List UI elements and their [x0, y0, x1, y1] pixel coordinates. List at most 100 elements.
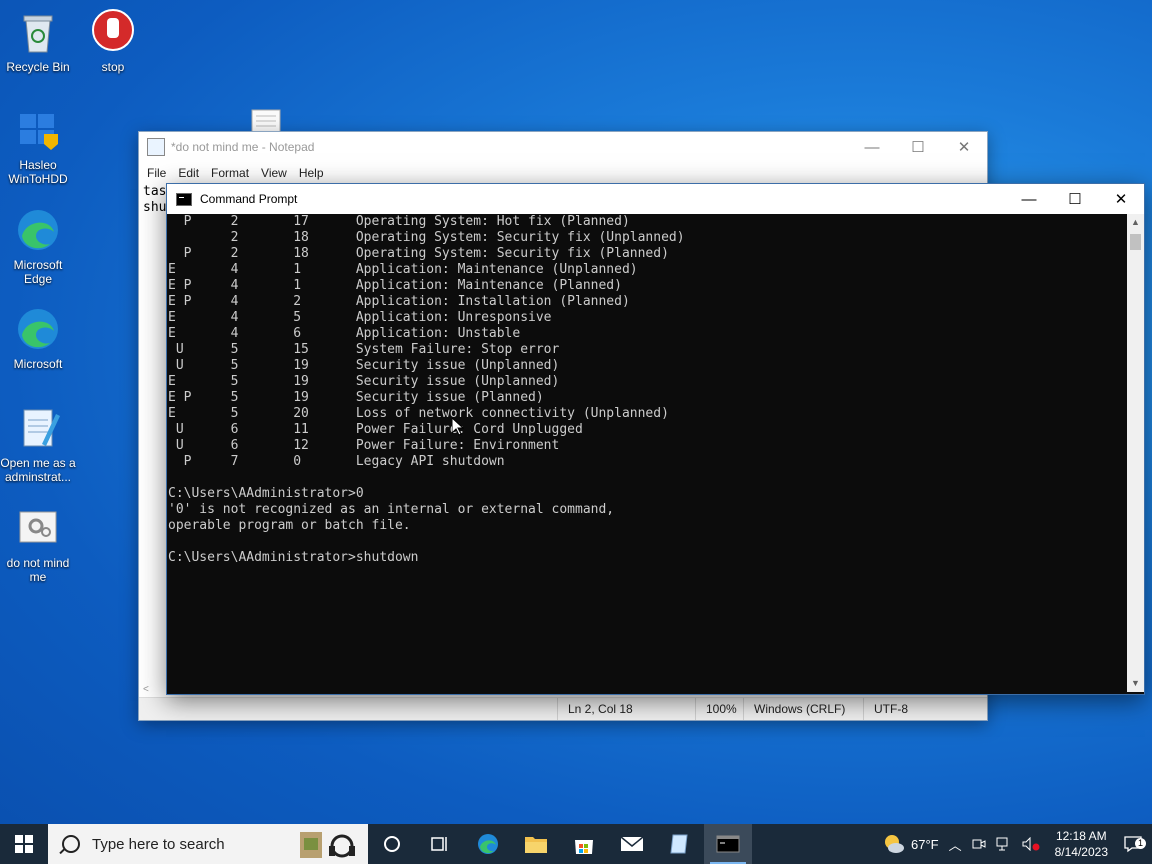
console-line: E 5 20 Loss of network connectivity (Unp…: [168, 406, 669, 421]
console-line: P 2 18 Operating System: Security fix (P…: [168, 246, 669, 261]
notification-count-badge: 1: [1134, 838, 1146, 849]
console-line: E P 4 1 Application: Maintenance (Planne…: [168, 278, 622, 293]
console-line: 2 18 Operating System: Security fix (Unp…: [168, 230, 685, 245]
desktop-icon-label: Microsoft: [13, 357, 63, 371]
edge-icon: [14, 305, 62, 353]
vertical-scrollbar[interactable]: ▲ ▼: [1127, 214, 1144, 692]
mouse-cursor-icon: [451, 416, 465, 436]
search-placeholder: Type here to search: [92, 835, 225, 853]
clock[interactable]: 12:18 AM 8/14/2023: [1045, 828, 1118, 860]
taskbar-notepad[interactable]: [656, 824, 704, 864]
desktop-icon-edge[interactable]: Microsoft Edge: [0, 206, 76, 286]
menu-help[interactable]: Help: [293, 166, 330, 180]
desktop-icon-hasleo[interactable]: Hasleo WinToHDD: [0, 106, 76, 186]
desktop-icon-label: do not mind me: [6, 556, 70, 584]
taskbar-store[interactable]: [560, 824, 608, 864]
menu-edit[interactable]: Edit: [172, 166, 205, 180]
notepad-file-icon: [14, 404, 62, 452]
windows-shield-icon: [14, 106, 62, 154]
console-line: E P 4 2 Application: Installation (Plann…: [168, 294, 630, 309]
status-line-endings: Windows (CRLF): [743, 698, 864, 720]
close-button[interactable]: ✕: [941, 132, 987, 162]
console-line: E 4 6 Application: Unstable: [168, 326, 521, 341]
text-line: shu: [143, 200, 167, 215]
weather-temperature: 67°F: [910, 836, 939, 852]
edge-icon: [478, 834, 498, 854]
windows-logo-icon: [15, 835, 33, 853]
console-line: C:\Users\AAdministrator>shutdown: [168, 550, 419, 565]
meet-now-icon[interactable]: [967, 837, 991, 851]
status-encoding: UTF-8: [863, 698, 974, 720]
cmd-app-icon: [716, 835, 740, 853]
console-line: operable program or batch file.: [168, 518, 411, 533]
cmd-titlebar[interactable]: Command Prompt — ☐ ✕: [167, 184, 1144, 214]
close-button[interactable]: ✕: [1098, 184, 1144, 214]
console-line: C:\Users\AAdministrator>0: [168, 486, 364, 501]
scroll-thumb[interactable]: [1130, 234, 1141, 250]
mail-icon: [620, 836, 644, 851]
chevron-up-icon: ︿: [948, 837, 962, 853]
menu-format[interactable]: Format: [205, 166, 255, 180]
settings-file-icon: [14, 504, 62, 552]
menu-file[interactable]: File: [141, 166, 172, 180]
window-title: *do not mind me - Notepad: [171, 140, 315, 154]
console-output[interactable]: P 2 17 Operating System: Hot fix (Planne…: [168, 214, 1126, 692]
desktop-icon-label: stop: [101, 60, 125, 74]
taskbar-command-prompt[interactable]: [704, 824, 752, 864]
taskbar-search-box[interactable]: Type here to search: [48, 824, 368, 864]
notepad-text-area[interactable]: tas shu: [143, 184, 166, 216]
clock-date: 8/14/2023: [1054, 845, 1108, 859]
console-line: P 7 0 Legacy API shutdown: [168, 454, 505, 469]
menu-view[interactable]: View: [255, 166, 293, 180]
minimize-button[interactable]: —: [849, 132, 895, 162]
desktop-icon-do-not-mind-me[interactable]: do not mind me: [0, 504, 76, 584]
console-line: '0' is not recognized as an internal or …: [168, 502, 615, 517]
notepad-titlebar[interactable]: *do not mind me - Notepad — ☐ ✕: [139, 132, 987, 162]
clock-time: 12:18 AM: [1055, 829, 1107, 843]
window-title: Command Prompt: [200, 192, 298, 206]
desktop-icon-open-me[interactable]: Open me as a adminstrat...: [0, 404, 76, 484]
desktop-icon-label: Microsoft Edge: [13, 258, 63, 286]
weather-widget[interactable]: 67°F: [878, 834, 944, 854]
console-line: P 2 17 Operating System: Hot fix (Planne…: [168, 214, 630, 229]
folder-icon: [525, 837, 547, 853]
desktop-icon-stop[interactable]: stop: [75, 8, 151, 74]
maximize-button[interactable]: ☐: [895, 132, 941, 162]
edge-icon: [14, 206, 62, 254]
console-line: E 4 1 Application: Maintenance (Unplanne…: [168, 262, 638, 277]
cortana-circle-icon: [384, 836, 400, 852]
notepad-icon: [147, 138, 165, 156]
cortana-button[interactable]: [368, 824, 416, 864]
minimize-button[interactable]: —: [1006, 184, 1052, 214]
search-highlight-icon: [300, 832, 355, 858]
taskbar-edge[interactable]: [464, 824, 512, 864]
desktop-icon-microsoft[interactable]: Microsoft: [0, 305, 76, 371]
task-view-icon: [431, 837, 447, 851]
console-line: U 6 11 Power Failure: Cord Unplugged: [168, 422, 583, 437]
start-button[interactable]: [0, 824, 48, 864]
notepad-statusbar: Ln 2, Col 18 100% Windows (CRLF) UTF-8: [139, 697, 987, 720]
maximize-button[interactable]: ☐: [1052, 184, 1098, 214]
scroll-down-arrow[interactable]: ▼: [1127, 675, 1144, 692]
desktop-icon-label: Recycle Bin: [6, 60, 70, 74]
taskbar-mail[interactable]: [608, 824, 656, 864]
notepad-menubar: File Edit Format View Help: [139, 162, 987, 184]
scroll-up-arrow[interactable]: ▲: [1127, 214, 1144, 231]
volume-muted-icon[interactable]: [1017, 837, 1045, 851]
desktop-icon-label: Open me as a adminstrat...: [0, 456, 76, 484]
show-hidden-icons-button[interactable]: ︿: [944, 835, 967, 854]
task-view-button[interactable]: [416, 824, 464, 864]
desktop-icon-label: Hasleo WinToHDD: [8, 158, 68, 186]
console-line: E 4 5 Application: Unresponsive: [168, 310, 552, 325]
system-tray: 67°F ︿ 12:18 AM 8/14/2023 1: [878, 824, 1152, 864]
network-icon[interactable]: [991, 837, 1017, 851]
notepad-app-icon: [670, 834, 688, 854]
text-line: tas: [143, 184, 167, 199]
desktop-icon-recycle-bin[interactable]: Recycle Bin: [0, 8, 76, 74]
taskbar-file-explorer[interactable]: [512, 824, 560, 864]
notification-center-button[interactable]: 1: [1118, 835, 1152, 853]
command-prompt-window[interactable]: Command Prompt — ☐ ✕ P 2 17 Operating Sy…: [166, 183, 1145, 695]
console-line: E P 5 19 Security issue (Planned): [168, 390, 544, 405]
